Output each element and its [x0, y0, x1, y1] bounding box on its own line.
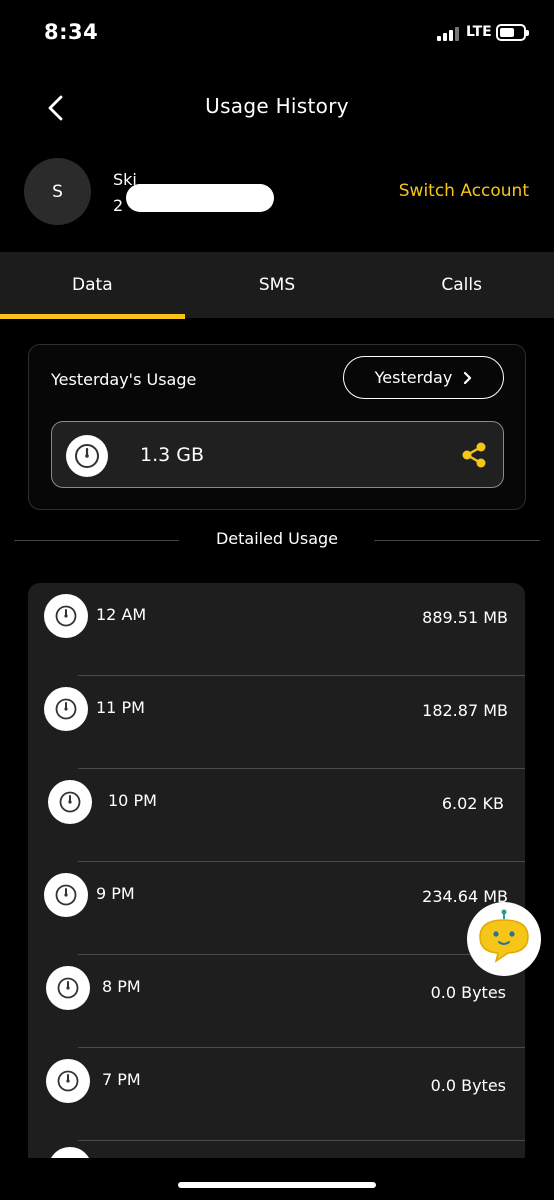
usage-summary-card: Yesterday's Usage Yesterday 1.3 GB: [28, 344, 526, 510]
tab-calls[interactable]: Calls: [369, 252, 554, 318]
home-indicator: [178, 1182, 376, 1188]
signal-icon: [437, 26, 459, 41]
network-label: LTE: [466, 24, 492, 40]
gauge-icon: [44, 594, 88, 638]
detailed-usage-list: 12 AM 889.51 MB 11 PM 182.87 MB 10 PM 6.…: [28, 583, 525, 1158]
list-item[interactable]: 9 PM 234.64 MB: [28, 862, 525, 955]
detailed-usage-title: Detailed Usage: [215, 529, 339, 548]
gauge-icon: [44, 873, 88, 917]
summary-label: Yesterday's Usage: [51, 370, 197, 389]
gauge-icon: [48, 780, 92, 824]
list-item[interactable]: 12 AM 889.51 MB: [28, 583, 525, 676]
usage-hour: 11 PM: [96, 698, 145, 717]
chevron-right-icon: [464, 371, 472, 384]
switch-account-link[interactable]: Switch Account: [399, 181, 529, 201]
list-item[interactable]: 8 PM 0.0 Bytes: [28, 955, 525, 1048]
gauge-icon: [46, 966, 90, 1010]
avatar: S: [24, 158, 91, 225]
gauge-icon: [46, 1059, 90, 1103]
usage-amount: 0.0 Bytes: [430, 1076, 506, 1095]
period-label: Yesterday: [374, 368, 453, 387]
chat-bot-icon: [467, 902, 541, 976]
gauge-icon: [66, 435, 108, 477]
chat-bot-button[interactable]: [466, 901, 542, 977]
gauge-icon: [48, 1147, 92, 1158]
tab-data[interactable]: Data: [0, 252, 185, 319]
status-time: 8:34: [44, 20, 99, 44]
usage-hour: 7 PM: [102, 1070, 141, 1089]
usage-hour: 8 PM: [102, 977, 141, 996]
usage-amount: 0.0 Bytes: [430, 983, 506, 1002]
status-bar: 8:34 LTE: [0, 0, 554, 66]
tab-sms[interactable]: SMS: [185, 252, 370, 318]
usage-hour: 9 PM: [96, 884, 135, 903]
gauge-icon: [44, 687, 88, 731]
usage-amount: 182.87 MB: [422, 701, 508, 720]
total-usage-box: 1.3 GB: [51, 421, 504, 488]
avatar-initial: S: [52, 181, 63, 202]
share-button[interactable]: [459, 440, 489, 470]
redaction-overlay: [126, 184, 274, 212]
list-item[interactable]: 7 PM 0.0 Bytes: [28, 1048, 525, 1141]
total-usage-value: 1.3 GB: [140, 444, 205, 466]
account-number: 2: [113, 196, 124, 215]
usage-amount: 6.02 KB: [441, 794, 504, 813]
divider-right: [374, 540, 540, 541]
usage-tabs: Data SMS Calls: [0, 252, 554, 319]
usage-hour: 10 PM: [108, 791, 157, 810]
period-selector-button[interactable]: Yesterday: [343, 356, 504, 399]
list-item[interactable]: 10 PM 6.02 KB: [28, 769, 525, 862]
page-title: Usage History: [205, 94, 349, 118]
usage-hour: 12 AM: [96, 605, 147, 624]
share-icon: [462, 442, 486, 468]
list-item-partial[interactable]: [28, 1141, 525, 1158]
usage-amount: 889.51 MB: [422, 608, 508, 627]
battery-icon: [496, 24, 529, 41]
list-item[interactable]: 11 PM 182.87 MB: [28, 676, 525, 769]
